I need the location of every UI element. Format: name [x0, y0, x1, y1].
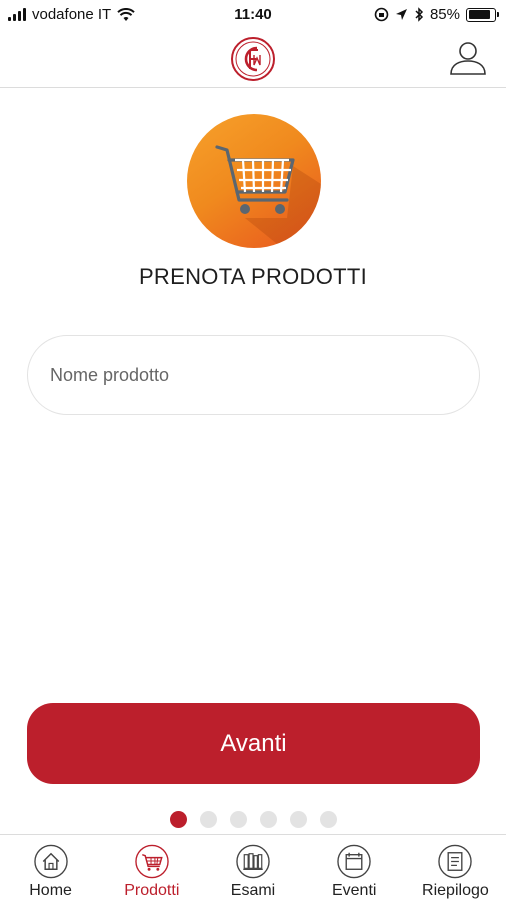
tab-prodotti-label: Prodotti — [124, 882, 180, 899]
page-dot[interactable] — [260, 811, 277, 828]
tab-riepilogo-label: Riepilogo — [422, 882, 489, 899]
tab-home-label: Home — [29, 882, 72, 899]
next-button[interactable]: Avanti — [27, 703, 480, 784]
bottom-tab-bar: Home Prodotti Esami Eventi Riepilogo — [0, 834, 506, 900]
page-dot[interactable] — [290, 811, 307, 828]
location-arrow-icon — [395, 9, 407, 20]
page-dot[interactable] — [170, 811, 187, 828]
shopping-cart-icon — [215, 145, 321, 248]
status-bar: vodafone IT 11:40 85% — [0, 0, 506, 30]
document-icon — [438, 844, 473, 879]
tab-eventi-label: Eventi — [331, 882, 377, 899]
books-icon — [236, 844, 270, 879]
calendar-icon — [337, 844, 371, 879]
tab-esami[interactable]: Esami — [202, 835, 303, 900]
battery-percent: 85% — [429, 6, 460, 23]
bluetooth-icon — [415, 7, 424, 22]
home-icon — [33, 844, 68, 879]
page-title: PRENOTA PRODOTTI — [138, 264, 368, 289]
cart-icon — [135, 844, 169, 879]
orientation-lock-icon — [374, 7, 389, 22]
products-hero-badge — [187, 114, 321, 248]
page-dot[interactable] — [230, 811, 247, 828]
tab-eventi[interactable]: Eventi — [304, 835, 405, 900]
cfm-logo-icon[interactable] — [230, 36, 276, 82]
app-header — [0, 30, 506, 88]
battery-icon — [466, 7, 499, 22]
page-indicator — [170, 811, 337, 828]
tab-prodotti[interactable]: Prodotti — [101, 835, 202, 900]
tab-riepilogo[interactable]: Riepilogo — [405, 835, 506, 900]
user-profile-icon[interactable] — [448, 38, 488, 78]
tab-esami-label: Esami — [230, 882, 276, 899]
page-dot[interactable] — [320, 811, 337, 828]
tab-home[interactable]: Home — [0, 835, 101, 900]
status-right: 85% — [374, 6, 499, 23]
product-name-input[interactable] — [27, 335, 480, 415]
page-dot[interactable] — [200, 811, 217, 828]
